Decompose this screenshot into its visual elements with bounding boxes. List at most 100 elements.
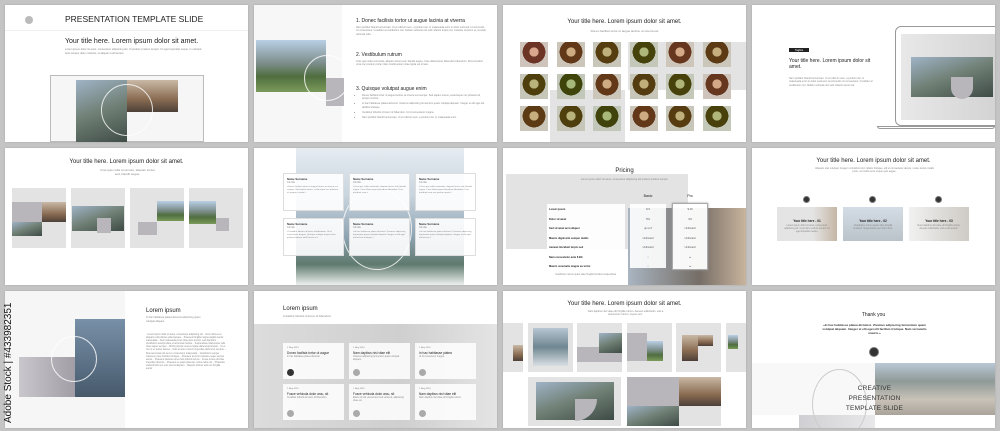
pricing-row: Lorem ipsum $ 9 $ 29 [549,206,709,215]
slide-5[interactable]: Your title here. Lorem ipsum dolor sit a… [5,148,248,285]
person-name: Name Surname [353,222,374,226]
portrait-photo[interactable] [702,42,731,67]
news-card[interactable]: 1 May 2020 Fusce vehicula dolor arcu, sit… [349,384,410,420]
slide-7[interactable]: Pricing Lorem ipsum dolor sit amet, cons… [503,148,746,285]
news-card[interactable]: 1 May 2020 Nam dapibus nisl vitae elit Viv… [349,343,410,379]
slide-title: Your title here. Lorem ipsum dolor sit a… [567,19,682,25]
card-date: 1 May 2020 [353,388,365,390]
avatar [419,410,426,417]
slide-6[interactable]: Name Surname Job title «Donec facilisis to… [254,148,497,285]
slide-body: Lorem ipsum dolor sit amet, consectetur … [65,48,202,55]
testimonial-card: Name Surname Job title «Donec facilisis to… [283,173,344,211]
portrait-photo[interactable] [666,42,694,67]
slide-title: Your title here. Lorem ipsum dolor sit a… [567,301,682,307]
card-text: Vivamus adipiscing fermentum quam volutp… [353,356,400,361]
news-card[interactable]: 1 May 2020 In hac habitasse platea Ut id c… [415,343,476,379]
basic-value: Unlimited [642,236,654,240]
paragraph-2: Cras quis nulla commodo, aliquam lectus … [356,60,483,67]
heading-3: 3. Quisque volutpat augue enim [356,86,427,92]
card-text: Nam dapibus nisl vitae elit fringilla ru… [419,397,462,399]
job-title: Job title [287,182,295,184]
slide-2[interactable]: 1. Donec facilisis tortor ut augue lacin… [254,5,497,142]
portrait-photo[interactable] [520,42,548,67]
pro-value: ● [689,265,691,268]
avatar [353,369,360,376]
testimonial-text: «In hac habitasse platea dictumst. Vivam… [419,231,472,239]
avatar [287,369,294,376]
slide-title: Your title here. Lorem ipsum dolor sit a… [65,38,199,45]
feature-item: Your title here - 02 Vestibulum rutrum qu… [843,193,903,257]
card-text: Etiam elit elit, elementum sed varius at… [353,397,404,402]
slide-9[interactable]: Lorem ipsum In hac habitasse platea dict… [5,291,248,428]
news-grid: 1 May 2020 Donec facilisis tortor ut augu… [283,343,477,423]
job-title: Job title [287,227,295,229]
slide-title: Your title here. Lorem ipsum dolor sit a… [816,158,931,164]
portrait-photo[interactable] [556,106,585,131]
portrait-photo[interactable] [629,74,658,99]
portrait-photo[interactable] [593,106,621,131]
avatar [287,410,294,417]
row-label: Mauris dignissim semper mattis [549,236,589,240]
laptop-mockup [895,26,995,126]
portrait-photo[interactable] [556,74,585,99]
avatar [419,369,426,376]
news-card[interactable]: 1 May 2020 Donec facilisis tortor ut augu… [283,343,344,379]
slide-12[interactable]: Thank you «In hac habitasse platea dictu… [752,291,995,428]
slide-11[interactable]: Your title here. Lorem ipsum dolor sit a… [503,291,746,428]
testimonial-card: Name Surname Job title «Cras quis nulla co… [349,173,410,211]
portrait-photo[interactable] [629,106,658,131]
pro-value: 4% [688,217,692,221]
card-title: Nam dapibus nisl vitae elit [353,351,391,355]
card-date: 1 May 2020 [287,347,299,349]
feature-image [777,207,837,241]
slide-10[interactable]: Lorem ipsum Curabitur lobortis id lorem … [254,291,497,428]
person-name: Name Surname [419,222,440,226]
portrait-photo[interactable] [556,42,585,67]
portrait-photo[interactable] [593,42,621,67]
portrait-photo[interactable] [666,74,694,99]
browser-mockup [50,75,204,142]
card-date: 1 May 2020 [353,347,365,349]
person-name: Name Surname [419,177,440,181]
slide-8[interactable]: Your title here. Lorem ipsum dolor sit a… [752,148,995,285]
feature-item: Your title here - 03 Nunc dapibus nisl vi… [909,193,969,257]
slide-1[interactable]: PRESENTATION TEMPLATE SLIDE Your title h… [5,5,248,142]
pricing-row: Mauris dignissim semper mattis Unlimited U… [549,235,709,244]
portrait-photo[interactable] [702,106,731,131]
slide-subtitle: Cras quis nulla commodo, aliquam lectus … [100,168,155,176]
slide-body: Nam porttitor blandit accumsan. Ut vel d… [789,77,873,87]
testimonial-text: «Cras quis nulla commodo, aliquam lectus… [419,186,472,194]
heading-1: 1. Donec facilisis tortor ut augue lacin… [356,18,465,24]
portrait-photo[interactable] [520,106,548,131]
job-title: Job title [419,182,427,184]
slide-3[interactable]: Your title here. Lorem ipsum dolor sit a… [503,5,746,142]
person-name: Name Surname [287,222,308,226]
closing-title: CREATIVE PRESENTATION TEMPLATE SLIDE [845,385,904,412]
portrait-photo[interactable] [629,42,658,67]
feature-text: Vestibulum rutrum quam vitae fringilla t… [853,225,893,230]
card-text: Ut id consectetur magna. [419,356,445,358]
logo-icon [869,347,879,357]
pricing-row: Aenean tincidunt turpis sed Unlimited Unli… [549,244,709,253]
slide-4[interactable]: Tagline Your title here. Lorem ipsum dol… [752,5,995,142]
portrait-photo[interactable] [702,74,731,99]
person-name: Name Surname [287,177,308,181]
pricing-row: Dolor sit amet 5% 4% [549,216,709,225]
news-card[interactable]: 1 May 2020 Fusce vehicula dolor arcu, sit… [283,384,344,420]
portrait-photo[interactable] [520,74,548,99]
slide-subtitle: Aliquam erat volutpat. Integer ut tincid… [815,167,934,174]
news-card[interactable]: 1 May 2020 Nam dapibus nisl vitae elit Nam… [415,384,476,420]
card-date: 1 May 2020 [287,388,299,390]
job-title: Job title [353,227,361,229]
avatar [353,410,360,417]
basic-column-header: Basic [643,194,653,198]
card-title: Nam dapibus nisl vitae elit [419,392,457,396]
portrait-photo[interactable] [666,106,694,131]
testimonial-card: Name Surname Job title «In hac habitasse p… [349,218,410,256]
pricing-footnote: Vestibulum rutrum quam vitae fringilla t… [555,274,617,276]
portrait-photo[interactable] [593,74,621,99]
job-title: Job title [353,182,361,184]
slide-header: PRESENTATION TEMPLATE SLIDE [65,14,204,24]
job-title: Job title [419,227,427,229]
card-text: Curabitur lobortis id lorem id bibendum. [287,397,328,399]
